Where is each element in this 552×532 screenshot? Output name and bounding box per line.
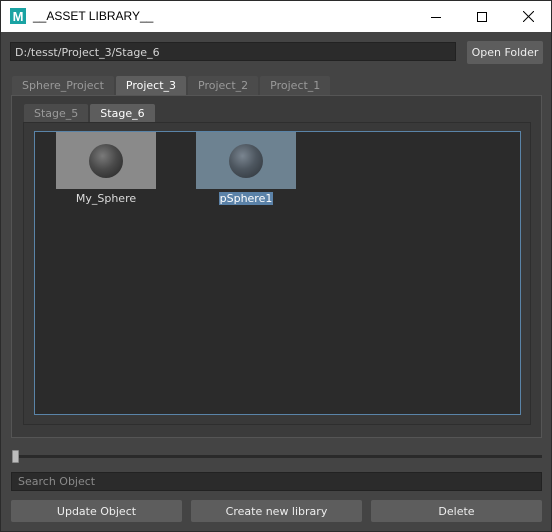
close-button[interactable] — [505, 1, 551, 32]
slider-handle[interactable] — [12, 450, 19, 463]
stage-tab-bar: Stage_5 Stage_6 — [24, 104, 157, 123]
minimize-icon — [431, 16, 441, 18]
delete-button[interactable]: Delete — [371, 500, 542, 522]
slider-track[interactable] — [12, 455, 542, 458]
tab-project-2[interactable]: Project_2 — [188, 76, 259, 95]
tab-stage-5[interactable]: Stage_5 — [24, 104, 89, 123]
window-title: __ASSET LIBRARY__ — [33, 9, 154, 23]
path-field[interactable]: D:/tesst/Project_3/Stage_6 — [10, 42, 456, 61]
create-new-library-button[interactable]: Create new library — [191, 500, 362, 522]
title-bar[interactable]: M __ASSET LIBRARY__ — [1, 1, 551, 32]
asset-viewport[interactable]: My_Sphere pSphere1 — [34, 131, 521, 415]
maya-app-icon: M — [10, 8, 26, 24]
sphere-icon — [89, 143, 123, 178]
asset-item-psphere1[interactable]: pSphere1 — [196, 132, 296, 205]
asset-thumbnail[interactable] — [196, 132, 296, 189]
asset-library-window: M __ASSET LIBRARY__ D:/tesst/Project_3/S… — [0, 0, 552, 532]
tab-stage-6[interactable]: Stage_6 — [90, 104, 155, 123]
minimize-button[interactable] — [413, 1, 459, 32]
maximize-icon — [477, 11, 487, 22]
tab-project-1[interactable]: Project_1 — [260, 76, 331, 95]
close-icon — [522, 11, 534, 22]
maximize-button[interactable] — [459, 1, 505, 32]
sphere-icon — [229, 143, 263, 178]
open-folder-button[interactable]: Open Folder — [467, 41, 543, 64]
asset-item-my-sphere[interactable]: My_Sphere — [56, 132, 156, 205]
project-tab-bar: Sphere_Project Project_3 Project_2 Proje… — [12, 76, 332, 95]
tab-sphere-project[interactable]: Sphere_Project — [12, 76, 114, 95]
svg-text:M: M — [13, 9, 24, 24]
asset-thumbnail[interactable] — [56, 132, 156, 189]
asset-label: My_Sphere — [75, 192, 137, 205]
tab-project-3[interactable]: Project_3 — [115, 76, 187, 95]
update-object-button[interactable]: Update Object — [11, 500, 182, 522]
asset-label: pSphere1 — [218, 192, 274, 205]
search-input[interactable]: Search Object — [11, 472, 542, 491]
